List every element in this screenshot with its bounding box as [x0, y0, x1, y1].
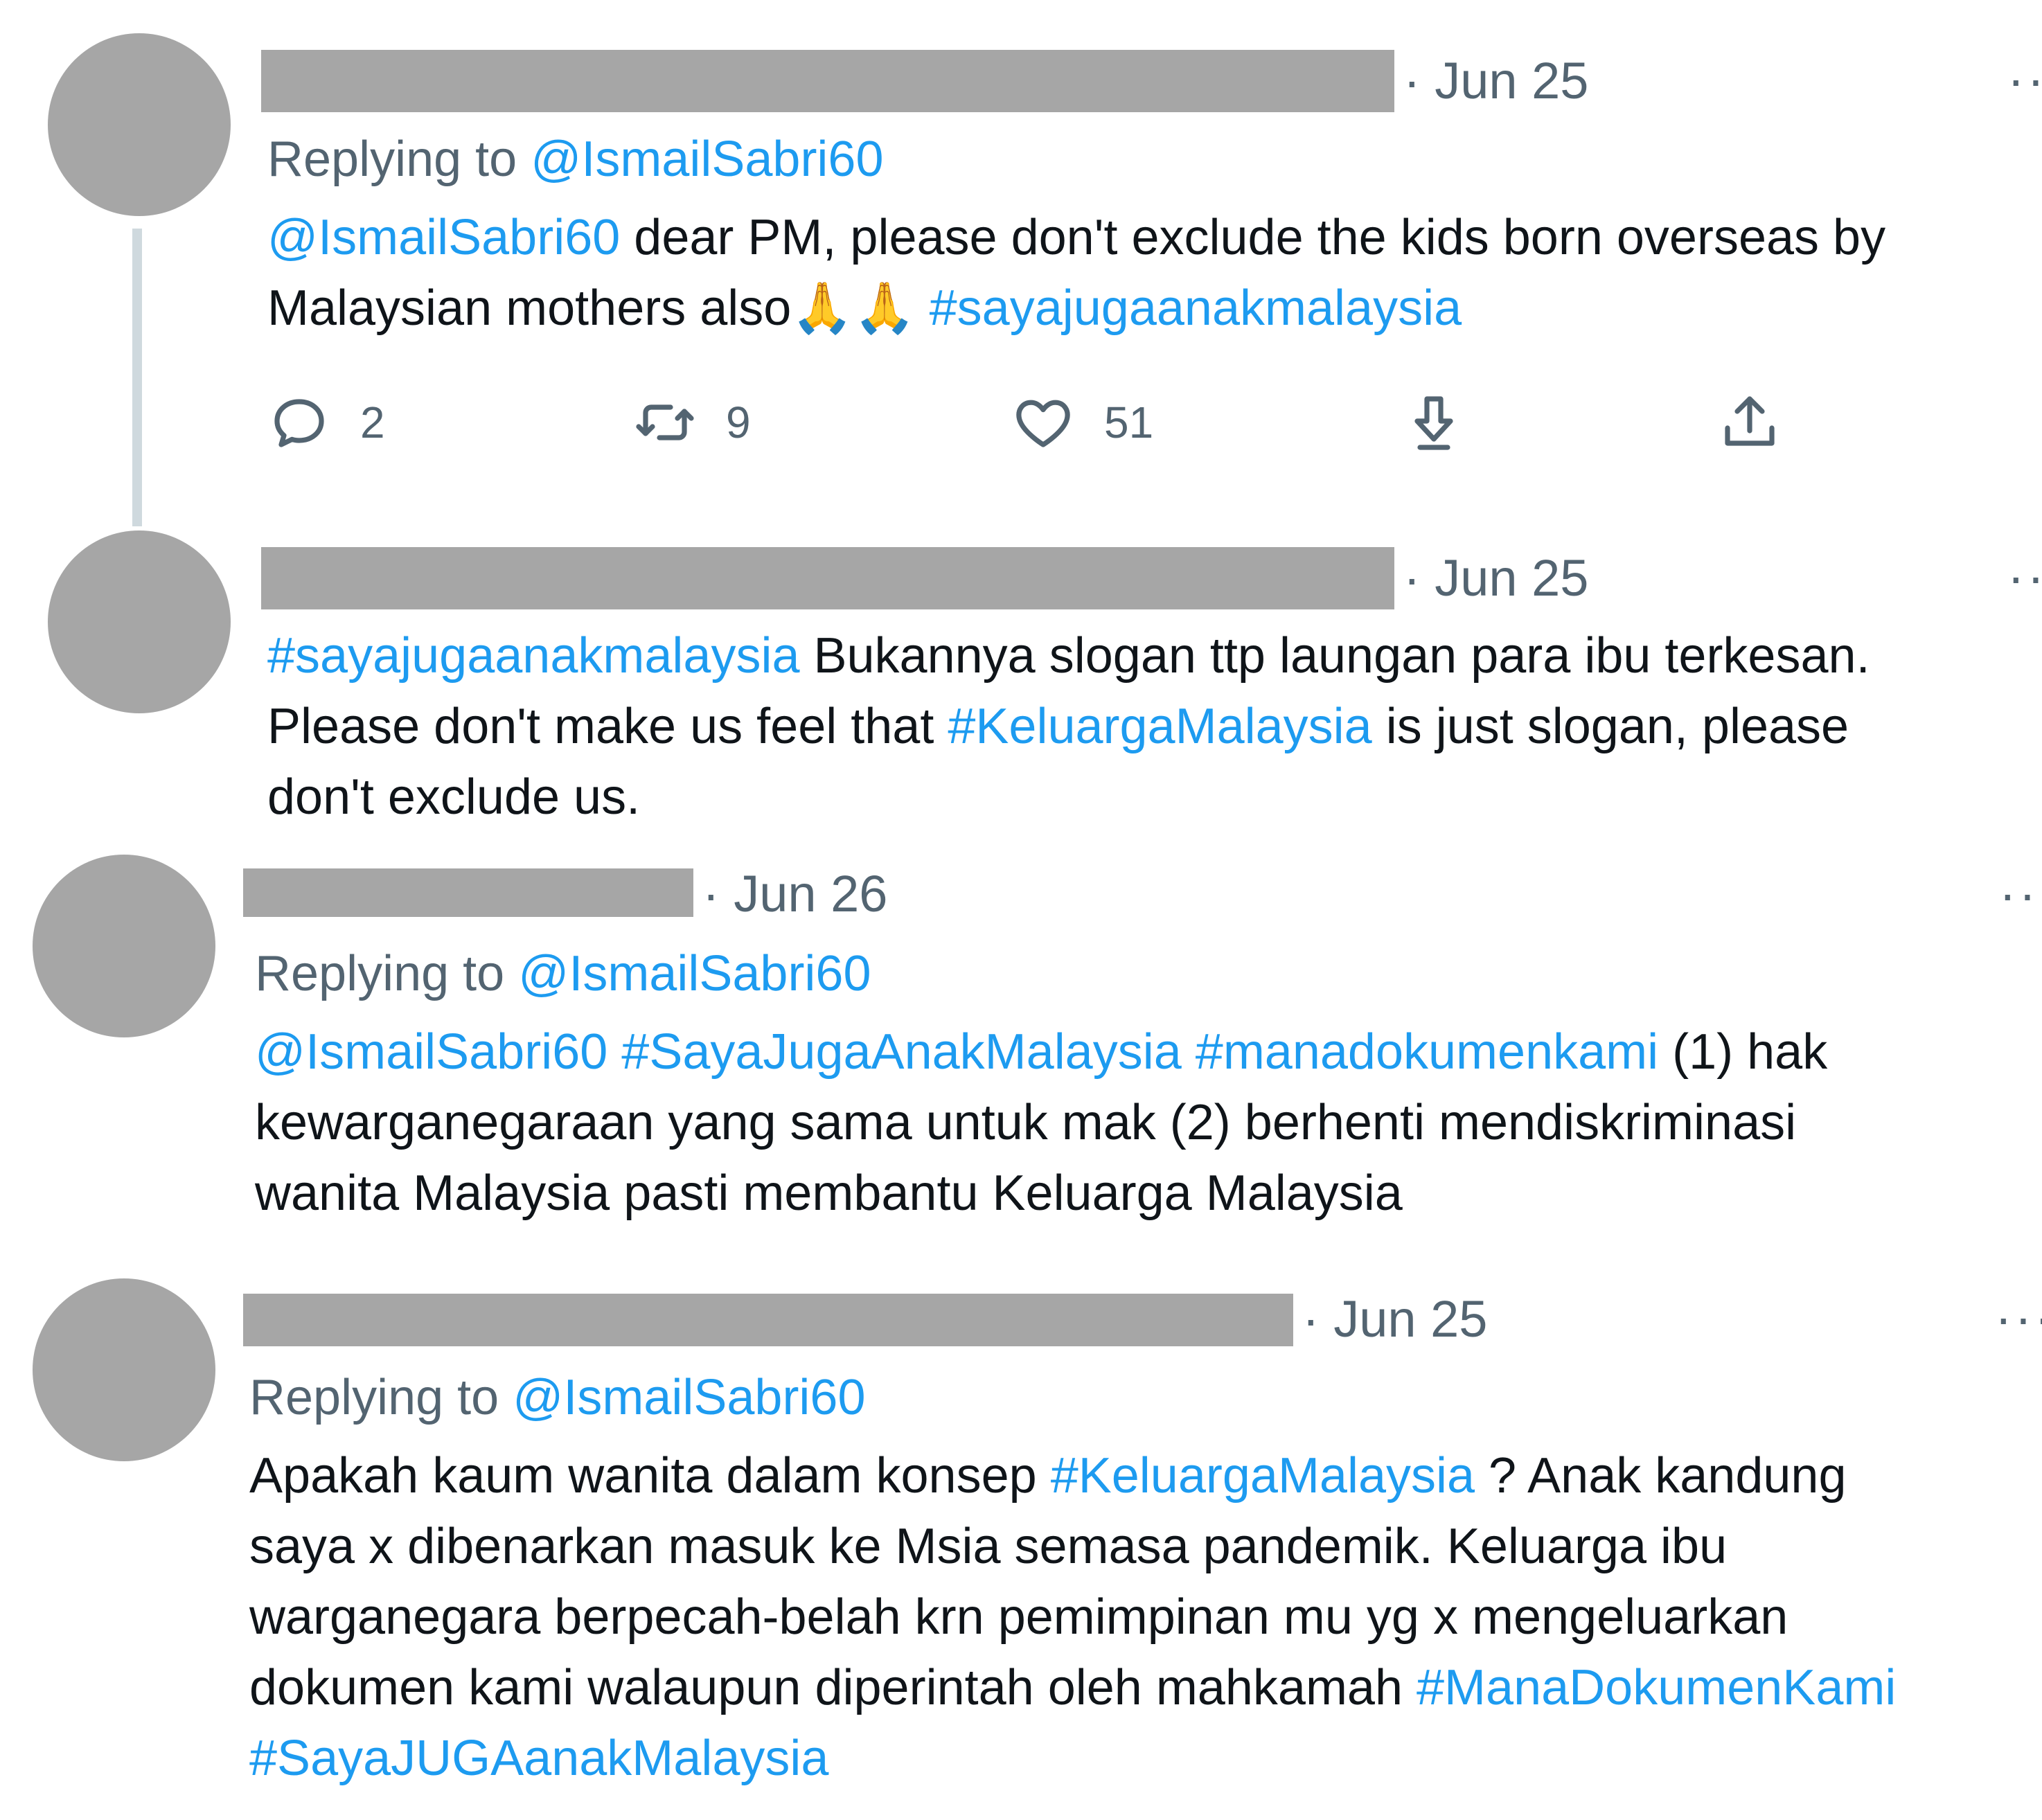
like-count: 51	[1104, 398, 1154, 447]
redacted-username	[243, 868, 693, 917]
replying-to-handle[interactable]: @IsmailSabri60	[518, 946, 871, 1001]
avatar[interactable]	[48, 530, 231, 713]
tweet-text: Please don't make us feel that	[267, 699, 948, 754]
thread-line	[132, 229, 142, 526]
redacted-username	[261, 50, 1394, 112]
tweet-text-line: #SayaJUGAanakMalaysia	[249, 1723, 828, 1794]
redacted-username	[243, 1294, 1293, 1346]
more-options-icon[interactable]: ··	[1999, 868, 2039, 920]
tweet-text: ? Anak kandung	[1475, 1448, 1847, 1504]
tweet-text-line: don't exclude us.	[267, 769, 641, 825]
like-button[interactable]: 51	[1010, 389, 1153, 456]
tweet-text: Malaysian mothers also	[267, 280, 792, 336]
tweet-date[interactable]: · Jun 25	[1302, 1294, 1487, 1345]
replying-to-label: Replying to	[267, 132, 517, 187]
more-options-icon[interactable]: ···	[1995, 1292, 2042, 1344]
tweet-date[interactable]: · Jun 25	[1403, 55, 1588, 107]
tweet-text-line: Apakah kaum wanita dalam konsep #Keluarg…	[249, 1440, 1847, 1511]
tweet-date[interactable]: · Jun 25	[1403, 553, 1588, 604]
tweet-text-line: @IsmailSabri60 dear PM, please don't exc…	[267, 202, 1885, 273]
share-icon	[1716, 389, 1783, 456]
redacted-username	[261, 547, 1394, 609]
reply-button[interactable]: 2	[266, 389, 385, 456]
tweet-text-line: Malaysian mothers also🙏🙏 #sayajugaanakma…	[267, 273, 1462, 344]
hashtag-link[interactable]: #KeluargaMalaysia	[1051, 1448, 1475, 1504]
tweet-text: dokumen kami walaupun diperintah oleh ma…	[249, 1660, 1417, 1715]
tweet-text-line: @IsmailSabri60 #SayaJugaAnakMalaysia #ma…	[255, 1017, 1827, 1087]
replying-to: Replying to @IsmailSabri60	[267, 134, 884, 184]
replying-to: Replying to @IsmailSabri60	[255, 949, 871, 999]
reply-icon	[266, 389, 332, 456]
tweet-text: Bukannya slogan ttp laungan para ibu ter…	[799, 628, 1870, 684]
reply-count: 2	[360, 398, 385, 447]
tweet-text-line: #sayajugaanakmalaysia Bukannya slogan tt…	[267, 621, 1870, 691]
folded-hands-emoji: 🙏🙏	[791, 280, 916, 336]
tweet-text-line: kewarganegaraan yang sama untuk mak (2) …	[255, 1095, 1797, 1150]
download-icon	[1401, 389, 1467, 456]
replying-to-handle[interactable]: @IsmailSabri60	[513, 1370, 865, 1425]
retweet-icon	[632, 389, 698, 456]
tweet-date[interactable]: · Jun 26	[702, 868, 887, 920]
replying-to-handle[interactable]: @IsmailSabri60	[531, 132, 883, 187]
retweet-count: 9	[726, 398, 751, 447]
tweet-text-line: Please don't make us feel that #Keluarga…	[267, 691, 1849, 762]
avatar[interactable]	[33, 1278, 215, 1461]
replying-to-label: Replying to	[249, 1370, 499, 1425]
more-options-icon[interactable]: ··	[2007, 551, 2042, 603]
heart-icon	[1010, 389, 1076, 456]
hashtag-link[interactable]: #sayajugaanakmalaysia	[267, 628, 799, 684]
share-button[interactable]	[1716, 389, 1783, 456]
retweet-button[interactable]: 9	[632, 389, 751, 456]
tweet-text-line: saya x dibenarkan masuk ke Msia semasa p…	[249, 1519, 1728, 1574]
avatar[interactable]	[48, 33, 231, 216]
download-button[interactable]	[1401, 389, 1467, 456]
tweet-text-line: dokumen kami walaupun diperintah oleh ma…	[249, 1652, 1896, 1723]
tweet-text-line: wanita Malaysia pasti membantu Keluarga …	[255, 1166, 1403, 1221]
replying-to-label: Replying to	[255, 946, 505, 1001]
hashtag-link[interactable]: #ManaDokumenKami	[1417, 1660, 1896, 1715]
tweet-text: Apakah kaum wanita dalam konsep	[249, 1448, 1051, 1504]
hashtag-link[interactable]: #KeluargaMalaysia	[948, 699, 1371, 754]
hashtag-link[interactable]: #SayaJUGAanakMalaysia	[249, 1731, 828, 1786]
tweet-text: dear PM, please don't exclude the kids b…	[620, 210, 1886, 265]
avatar[interactable]	[33, 855, 215, 1037]
hashtag-link[interactable]: #sayajugaanakmalaysia	[916, 280, 1462, 336]
mention-hashtag-links[interactable]: @IsmailSabri60 #SayaJugaAnakMalaysia #ma…	[255, 1024, 1658, 1080]
tweet-text-line: warganegara berpecah-belah krn pemimpina…	[249, 1589, 1788, 1645]
replying-to: Replying to @IsmailSabri60	[249, 1373, 866, 1422]
more-options-icon[interactable]: ··	[2007, 54, 2042, 105]
tweet-text: is just slogan, please	[1371, 699, 1849, 754]
tweet-text: (1) hak	[1658, 1024, 1828, 1080]
mention-link[interactable]: @IsmailSabri60	[267, 210, 620, 265]
